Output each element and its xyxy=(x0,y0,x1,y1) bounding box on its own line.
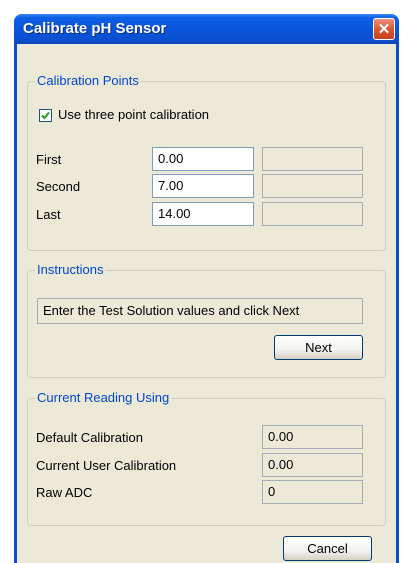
first-reading-field xyxy=(262,147,363,171)
dialog-body: Calibration Points Use three point calib… xyxy=(17,44,396,563)
cancel-button[interactable]: Cancel xyxy=(283,536,372,561)
last-value-input[interactable]: 14.00 xyxy=(152,202,254,226)
last-label: Last xyxy=(36,207,61,222)
second-label: Second xyxy=(36,179,81,194)
next-button[interactable]: Next xyxy=(274,335,363,360)
second-reading-field xyxy=(262,174,363,198)
second-value-input[interactable]: 7.00 xyxy=(152,174,254,198)
default-calibration-label: Default Calibration xyxy=(36,430,143,445)
instructions-legend: Instructions xyxy=(35,262,106,277)
window-title: Calibrate pH Sensor xyxy=(23,20,167,37)
instructions-text: Enter the Test Solution values and click… xyxy=(37,298,363,324)
title-bar[interactable]: Calibrate pH Sensor ✕ xyxy=(14,14,399,44)
use-three-point-checkbox[interactable] xyxy=(39,109,52,122)
calibration-points-group: Calibration Points Use three point calib… xyxy=(27,73,386,251)
raw-adc-value: 0 xyxy=(262,480,363,504)
first-label: First xyxy=(36,152,62,167)
current-user-calibration-label: Current User Calibration xyxy=(36,458,177,473)
dialog-window: Calibrate pH Sensor ✕ Calibration Points… xyxy=(14,14,399,563)
instructions-group: Instructions Enter the Test Solution val… xyxy=(27,262,386,378)
current-reading-legend: Current Reading Using xyxy=(35,390,172,405)
use-three-point-label[interactable]: Use three point calibration xyxy=(58,107,209,122)
current-user-calibration-value: 0.00 xyxy=(262,453,363,477)
checkmark-icon xyxy=(41,111,50,120)
raw-adc-label: Raw ADC xyxy=(36,485,93,500)
first-value-input[interactable]: 0.00 xyxy=(152,147,254,171)
close-icon[interactable]: ✕ xyxy=(373,18,395,40)
calibration-points-legend: Calibration Points xyxy=(35,73,141,88)
current-reading-group: Current Reading Using Default Calibratio… xyxy=(27,390,386,526)
last-reading-field xyxy=(262,202,363,226)
default-calibration-value: 0.00 xyxy=(262,425,363,449)
